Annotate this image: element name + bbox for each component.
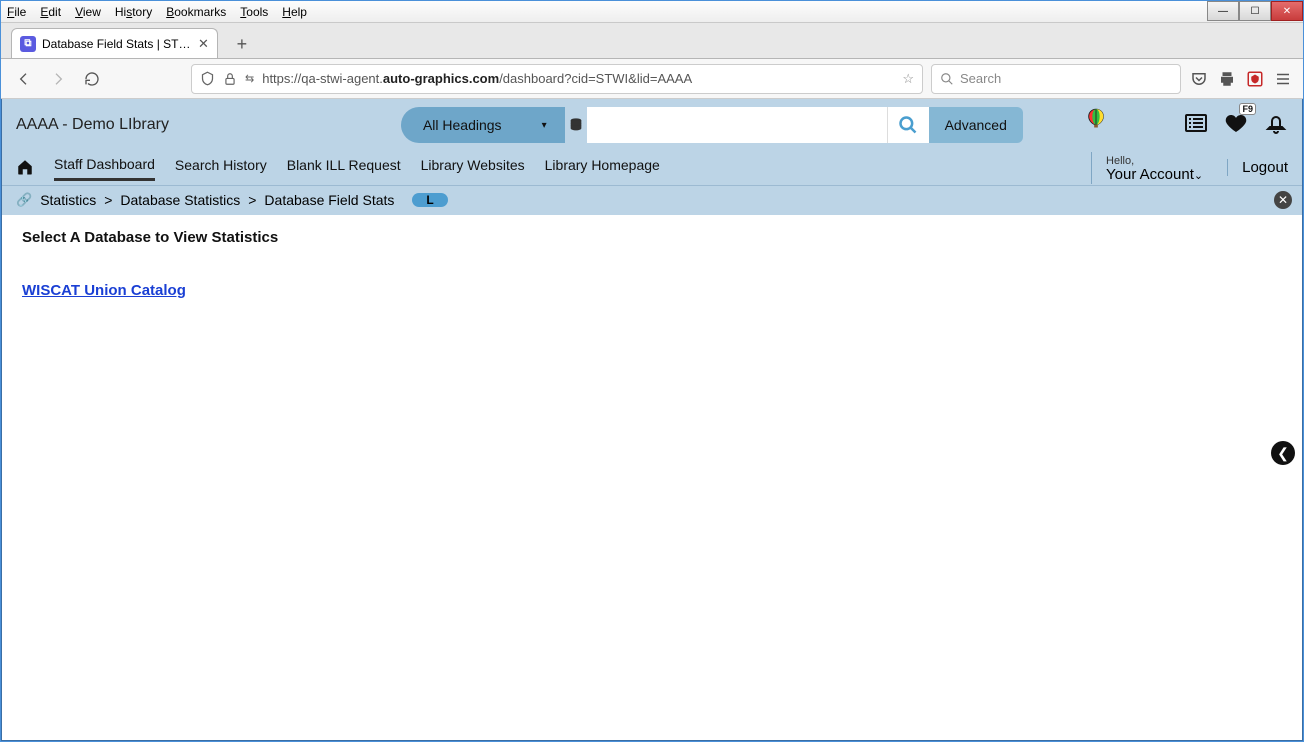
menu-view[interactable]: View <box>75 5 101 19</box>
catalog-search-input[interactable] <box>587 107 887 143</box>
nav-search-history[interactable]: Search History <box>175 157 267 179</box>
pocket-icon[interactable] <box>1189 69 1209 89</box>
chevron-down-icon: ⌄ <box>1194 170 1203 182</box>
account-dropdown[interactable]: Hello, Your Account⌄ <box>1091 152 1203 184</box>
browser-tab-active[interactable]: ⧉ Database Field Stats | STWI | aaa ✕ <box>11 28 218 58</box>
breadcrumb-1[interactable]: Statistics <box>40 192 96 208</box>
list-icon[interactable] <box>1184 111 1208 140</box>
nav-library-homepage[interactable]: Library Homepage <box>545 157 660 179</box>
menu-file[interactable]: File <box>7 5 26 19</box>
favicon-icon: ⧉ <box>20 36 36 52</box>
chevron-down-icon: ▾ <box>542 120 547 131</box>
advanced-search-button[interactable]: Advanced <box>929 107 1023 143</box>
app-menu-icon[interactable] <box>1273 69 1293 89</box>
nav-blank-ill[interactable]: Blank ILL Request <box>287 157 401 179</box>
nav-library-websites[interactable]: Library Websites <box>421 157 525 179</box>
browser-search-box[interactable]: Search <box>931 64 1181 94</box>
content-area: Select A Database to View Statistics WIS… <box>2 215 1302 740</box>
search-scope-dropdown[interactable]: All Headings ▾ <box>401 107 565 143</box>
menu-help[interactable]: Help <box>282 5 307 19</box>
url-bar[interactable]: ⇆ https://qa-stwi-agent.auto-graphics.co… <box>191 64 923 94</box>
account-label: Your Account <box>1106 166 1194 183</box>
menu-edit[interactable]: Edit <box>40 5 61 19</box>
search-placeholder: Search <box>960 71 1001 86</box>
library-title: AAAA - Demo LIbrary <box>16 116 169 134</box>
menu-tools[interactable]: Tools <box>240 5 268 19</box>
app-nav: Staff Dashboard Search History Blank ILL… <box>2 151 1302 185</box>
nav-staff-dashboard[interactable]: Staff Dashboard <box>54 156 155 181</box>
breadcrumb-pill: L <box>412 193 447 207</box>
balloon-icon[interactable] <box>1085 107 1107 143</box>
chain-icon: 🔗 <box>16 192 32 208</box>
url-text: https://qa-stwi-agent.auto-graphics.com/… <box>262 71 894 86</box>
tab-close-icon[interactable]: ✕ <box>198 36 209 52</box>
browser-menubar: File Edit View History Bookmarks Tools H… <box>1 1 1303 23</box>
catalog-search-cluster: All Headings ▾ Advanced <box>401 107 1023 143</box>
menu-history[interactable]: History <box>115 5 152 19</box>
favorites-badge: F9 <box>1239 103 1256 115</box>
bookmark-star-icon[interactable]: ☆ <box>902 71 914 87</box>
search-icon <box>940 72 954 86</box>
shield-icon <box>200 71 215 86</box>
header-right-icons: F9 <box>1184 111 1288 140</box>
permissions-icon: ⇆ <box>245 72 254 85</box>
lock-icon <box>223 72 237 86</box>
new-tab-button[interactable]: + <box>228 30 256 58</box>
browser-tabstrip: ⧉ Database Field Stats | STWI | aaa ✕ + <box>1 23 1303 59</box>
tab-title: Database Field Stats | STWI | aaa <box>42 37 192 51</box>
app-frame: AAAA - Demo LIbrary All Headings ▾ Advan… <box>1 99 1303 741</box>
content-heading: Select A Database to View Statistics <box>22 229 1282 246</box>
favorites-icon[interactable]: F9 <box>1224 111 1248 140</box>
window-close-button[interactable]: ✕ <box>1271 1 1303 21</box>
breadcrumb-close-icon[interactable]: ✕ <box>1274 191 1292 209</box>
breadcrumb-2[interactable]: Database Statistics <box>120 192 240 208</box>
breadcrumb-bar: 🔗 Statistics > Database Statistics > Dat… <box>2 185 1302 213</box>
database-link-wiscat[interactable]: WISCAT Union Catalog <box>22 282 186 299</box>
dropdown-label: All Headings <box>423 117 502 133</box>
catalog-search-button[interactable] <box>887 107 929 143</box>
window-minimize-button[interactable]: — <box>1207 1 1239 21</box>
side-collapse-icon[interactable]: ❮ <box>1271 441 1295 465</box>
logout-link[interactable]: Logout <box>1227 159 1288 176</box>
menu-bookmarks[interactable]: Bookmarks <box>166 5 226 19</box>
window-maximize-button[interactable]: ☐ <box>1239 1 1271 21</box>
breadcrumb-3[interactable]: Database Field Stats <box>264 192 394 208</box>
notifications-icon[interactable] <box>1264 111 1288 140</box>
database-icon[interactable] <box>565 116 587 134</box>
home-icon[interactable] <box>16 158 34 179</box>
forward-button[interactable] <box>45 66 71 92</box>
account-hello: Hello, <box>1106 155 1134 167</box>
reload-button[interactable] <box>79 66 105 92</box>
print-icon[interactable] <box>1217 69 1237 89</box>
back-button[interactable] <box>11 66 37 92</box>
extension-shield-icon[interactable] <box>1245 69 1265 89</box>
browser-toolbar: ⇆ https://qa-stwi-agent.auto-graphics.co… <box>1 59 1303 99</box>
app-header: AAAA - Demo LIbrary All Headings ▾ Advan… <box>2 99 1302 151</box>
